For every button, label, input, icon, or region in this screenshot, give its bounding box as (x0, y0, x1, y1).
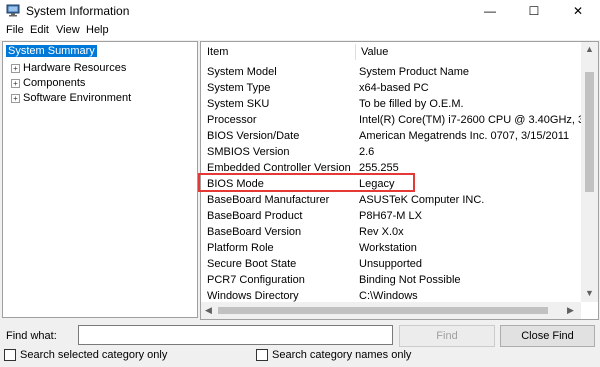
row-value-cell: C:\Windows (359, 290, 418, 302)
horizontal-scrollbar[interactable]: ◀ ▶ (201, 302, 581, 319)
table-row[interactable]: System Model System Product Name (201, 66, 581, 82)
table-row[interactable]: PCR7 Configuration Binding Not Possible (201, 274, 581, 290)
row-item-cell: BaseBoard Manufacturer (207, 194, 330, 206)
table-row[interactable]: Processor Intel(R) Core(TM) i7-2600 CPU @… (201, 114, 598, 130)
table-row[interactable]: BIOS Version/Date American Megatrends Inc… (201, 130, 581, 146)
close-icon: ✕ (572, 4, 584, 18)
table-row[interactable]: Secure Boot State Unsupported (201, 258, 581, 274)
table-row[interactable]: System SKU To be filled by O.E.M. (201, 98, 581, 114)
row-value-cell: P8H67-M LX (359, 210, 422, 222)
column-header-value[interactable]: Value (361, 42, 388, 62)
menu-file[interactable]: File (6, 24, 24, 36)
search-category-names-label: Search category names only (272, 349, 412, 361)
scroll-left-icon[interactable]: ◀ (205, 305, 212, 316)
table-row[interactable]: BaseBoard Version Rev X.0x (201, 226, 581, 242)
search-category-names-option[interactable]: Search category names only (256, 349, 411, 361)
row-value-cell: Intel(R) Core(TM) i7-2600 CPU @ 3.40GHz,… (359, 114, 599, 126)
search-selected-category-option[interactable]: Search selected category only (4, 349, 167, 361)
maximize-button[interactable]: ☐ (512, 0, 556, 22)
row-item-cell: Secure Boot State (207, 258, 297, 270)
close-window-button[interactable]: ✕ (556, 0, 600, 22)
row-value-cell: 2.6 (359, 146, 375, 158)
row-value-cell: To be filled by O.E.M. (359, 98, 464, 110)
row-item-cell: System Type (207, 82, 271, 94)
find-what-label: Find what: (6, 330, 57, 342)
row-value-cell: System Product Name (359, 66, 470, 78)
tree-item-system-summary[interactable]: System Summary (6, 45, 97, 57)
system-info-app-icon (6, 4, 20, 17)
window-title: System Information (26, 4, 130, 18)
row-item-cell: Processor (207, 114, 257, 126)
search-selected-category-label: Search selected category only (20, 349, 168, 361)
expand-icon[interactable]: + (11, 64, 20, 73)
row-value-cell: ASUSTeK Computer INC. (359, 194, 485, 206)
table-row[interactable]: BaseBoard Manufacturer ASUSTeK Computer I… (201, 194, 581, 210)
table-row[interactable]: Platform Role Workstation (201, 242, 581, 258)
scroll-up-icon[interactable]: ▲ (585, 44, 594, 54)
scroll-down-icon[interactable]: ▼ (585, 288, 594, 298)
menu-bar: File Edit View Help (0, 22, 600, 40)
maximize-icon: ☐ (528, 4, 540, 18)
row-item-cell: System Model (207, 66, 277, 78)
find-what-input[interactable] (78, 325, 393, 345)
row-item-cell: Windows Directory (207, 290, 299, 302)
column-divider[interactable] (355, 44, 356, 60)
row-item-cell: BaseBoard Version (207, 226, 302, 238)
row-item-cell: PCR7 Configuration (207, 274, 305, 286)
tree-item-hardware-resources[interactable]: Hardware Resources (23, 62, 126, 74)
category-tree[interactable]: System Summary + Hardware Resources + Co… (2, 41, 198, 318)
vertical-scrollbar[interactable]: ▲ ▼ (581, 42, 598, 302)
system-information-window: System Information — ☐ ✕ File Edit View … (0, 0, 600, 367)
scroll-right-icon[interactable]: ▶ (567, 305, 574, 316)
bios-mode-highlight (198, 173, 415, 192)
column-header-item[interactable]: Item (207, 42, 228, 62)
expand-icon[interactable]: + (11, 79, 20, 88)
table-row[interactable]: BaseBoard Product P8H67-M LX (201, 210, 581, 226)
row-value-cell: Binding Not Possible (359, 274, 461, 286)
title-bar: System Information — ☐ ✕ (0, 0, 600, 22)
tree-item-components[interactable]: Components (23, 77, 85, 89)
menu-help[interactable]: Help (86, 24, 109, 36)
table-row[interactable]: System Type x64-based PC (201, 82, 581, 98)
row-value-cell: Rev X.0x (359, 226, 404, 238)
horizontal-scroll-thumb[interactable] (218, 307, 548, 314)
row-value-cell: x64-based PC (359, 82, 429, 94)
minimize-button[interactable]: — (468, 0, 512, 22)
tree-item-software-environment[interactable]: Software Environment (23, 92, 131, 104)
minimize-icon: — (484, 4, 496, 18)
row-value-cell: Unsupported (359, 258, 422, 270)
menu-view[interactable]: View (56, 24, 80, 36)
row-item-cell: System SKU (207, 98, 270, 110)
expand-icon[interactable]: + (11, 94, 20, 103)
row-item-cell: BaseBoard Product (207, 210, 303, 222)
search-selected-category-checkbox[interactable] (4, 349, 16, 361)
row-value-cell: Workstation (359, 242, 417, 254)
row-item-cell: BIOS Version/Date (207, 130, 300, 142)
row-item-cell: SMBIOS Version (207, 146, 290, 158)
row-value-cell: American Megatrends Inc. 0707, 3/15/2011 (359, 130, 570, 142)
close-find-button[interactable]: Close Find (500, 325, 595, 347)
row-item-cell: Platform Role (207, 242, 274, 254)
search-category-names-checkbox[interactable] (256, 349, 268, 361)
menu-edit[interactable]: Edit (30, 24, 49, 36)
find-button[interactable]: Find (399, 325, 495, 347)
table-row[interactable]: SMBIOS Version 2.6 (201, 146, 581, 162)
vertical-scroll-thumb[interactable] (585, 72, 594, 192)
